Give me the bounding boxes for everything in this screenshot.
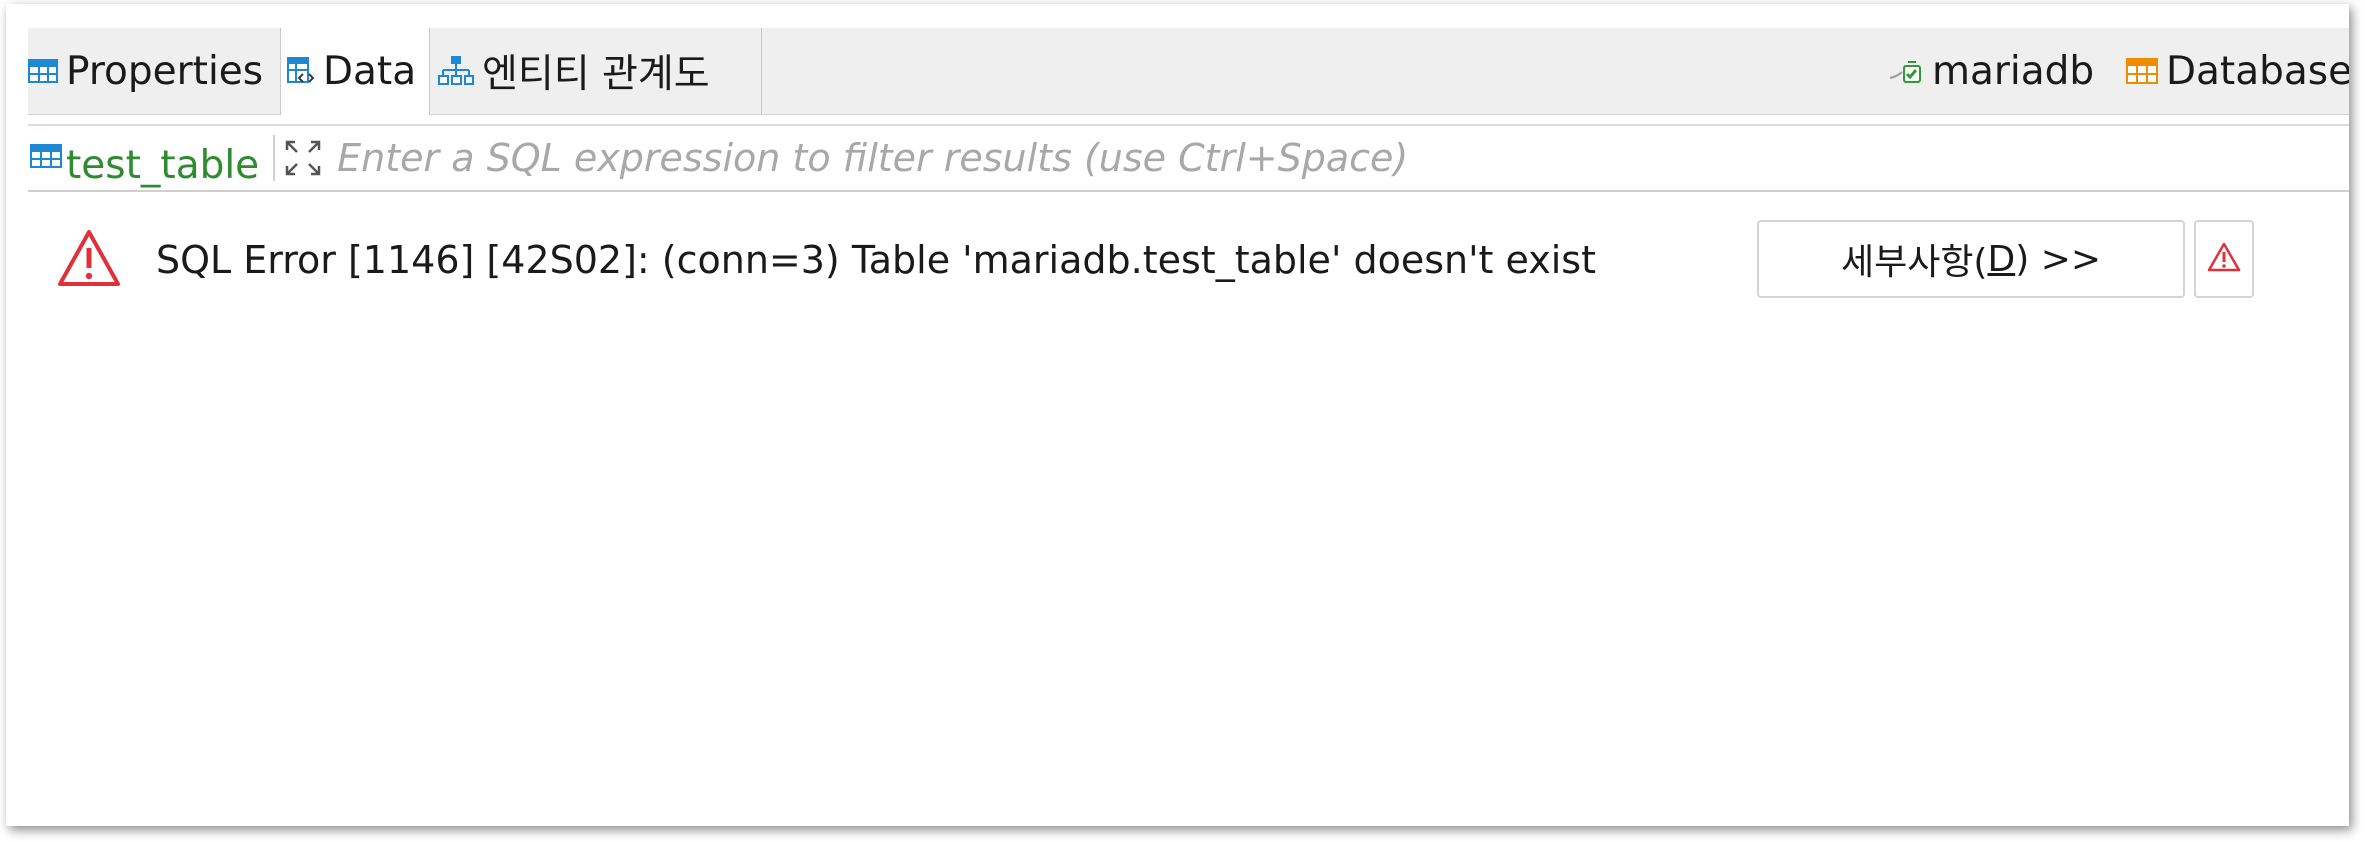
tab-er-diagram[interactable]: 엔티티 관계도 bbox=[432, 28, 762, 114]
connection-icon bbox=[1888, 56, 1924, 86]
tab-data-label: Data bbox=[323, 49, 417, 94]
tab-properties-label: Properties bbox=[66, 48, 264, 94]
entity-name[interactable]: test_table bbox=[28, 128, 259, 188]
entity-editor: Properties Data 엔티티 관계도 mariadb Database… bbox=[28, 28, 2349, 824]
warning-triangle-icon bbox=[56, 228, 122, 288]
window-frame: Properties Data 엔티티 관계도 mariadb Database… bbox=[6, 4, 2349, 826]
database-label: Database bbox=[2166, 48, 2349, 94]
database-icon bbox=[2126, 57, 2158, 85]
details-label-suffix: ) >> bbox=[2015, 238, 2102, 280]
table-icon bbox=[28, 58, 58, 84]
entity-name-label: test_table bbox=[66, 143, 260, 188]
table-icon bbox=[30, 134, 62, 179]
details-button[interactable]: 세부사항(D) >> bbox=[1757, 220, 2185, 298]
details-label-prefix: 세부사항( bbox=[1840, 242, 1988, 283]
filter-bar: test_table bbox=[28, 124, 2349, 192]
data-grid-icon bbox=[287, 56, 315, 87]
tab-data[interactable]: Data bbox=[280, 28, 430, 115]
separator bbox=[273, 135, 276, 181]
tab-properties[interactable]: Properties bbox=[28, 28, 280, 114]
editor-tab-bar: Properties Data 엔티티 관계도 mariadb Database bbox=[28, 28, 2349, 115]
connection-link[interactable]: mariadb bbox=[1888, 28, 2094, 114]
error-message: SQL Error [1146] [42S02]: (conn=3) Table… bbox=[156, 238, 1596, 282]
sql-filter-input[interactable] bbox=[337, 136, 2038, 180]
details-mnemonic: D bbox=[1987, 238, 2016, 280]
warning-triangle-icon bbox=[2206, 241, 2242, 277]
error-log-button[interactable] bbox=[2194, 220, 2254, 298]
tab-er-label: 엔티티 관계도 bbox=[482, 52, 710, 97]
expand-icon[interactable] bbox=[283, 138, 323, 178]
database-link[interactable]: Database bbox=[2126, 28, 2349, 114]
connection-label: mariadb bbox=[1932, 48, 2095, 94]
error-panel: SQL Error [1146] [42S02]: (conn=3) Table… bbox=[28, 220, 2349, 310]
er-diagram-icon bbox=[438, 54, 474, 88]
